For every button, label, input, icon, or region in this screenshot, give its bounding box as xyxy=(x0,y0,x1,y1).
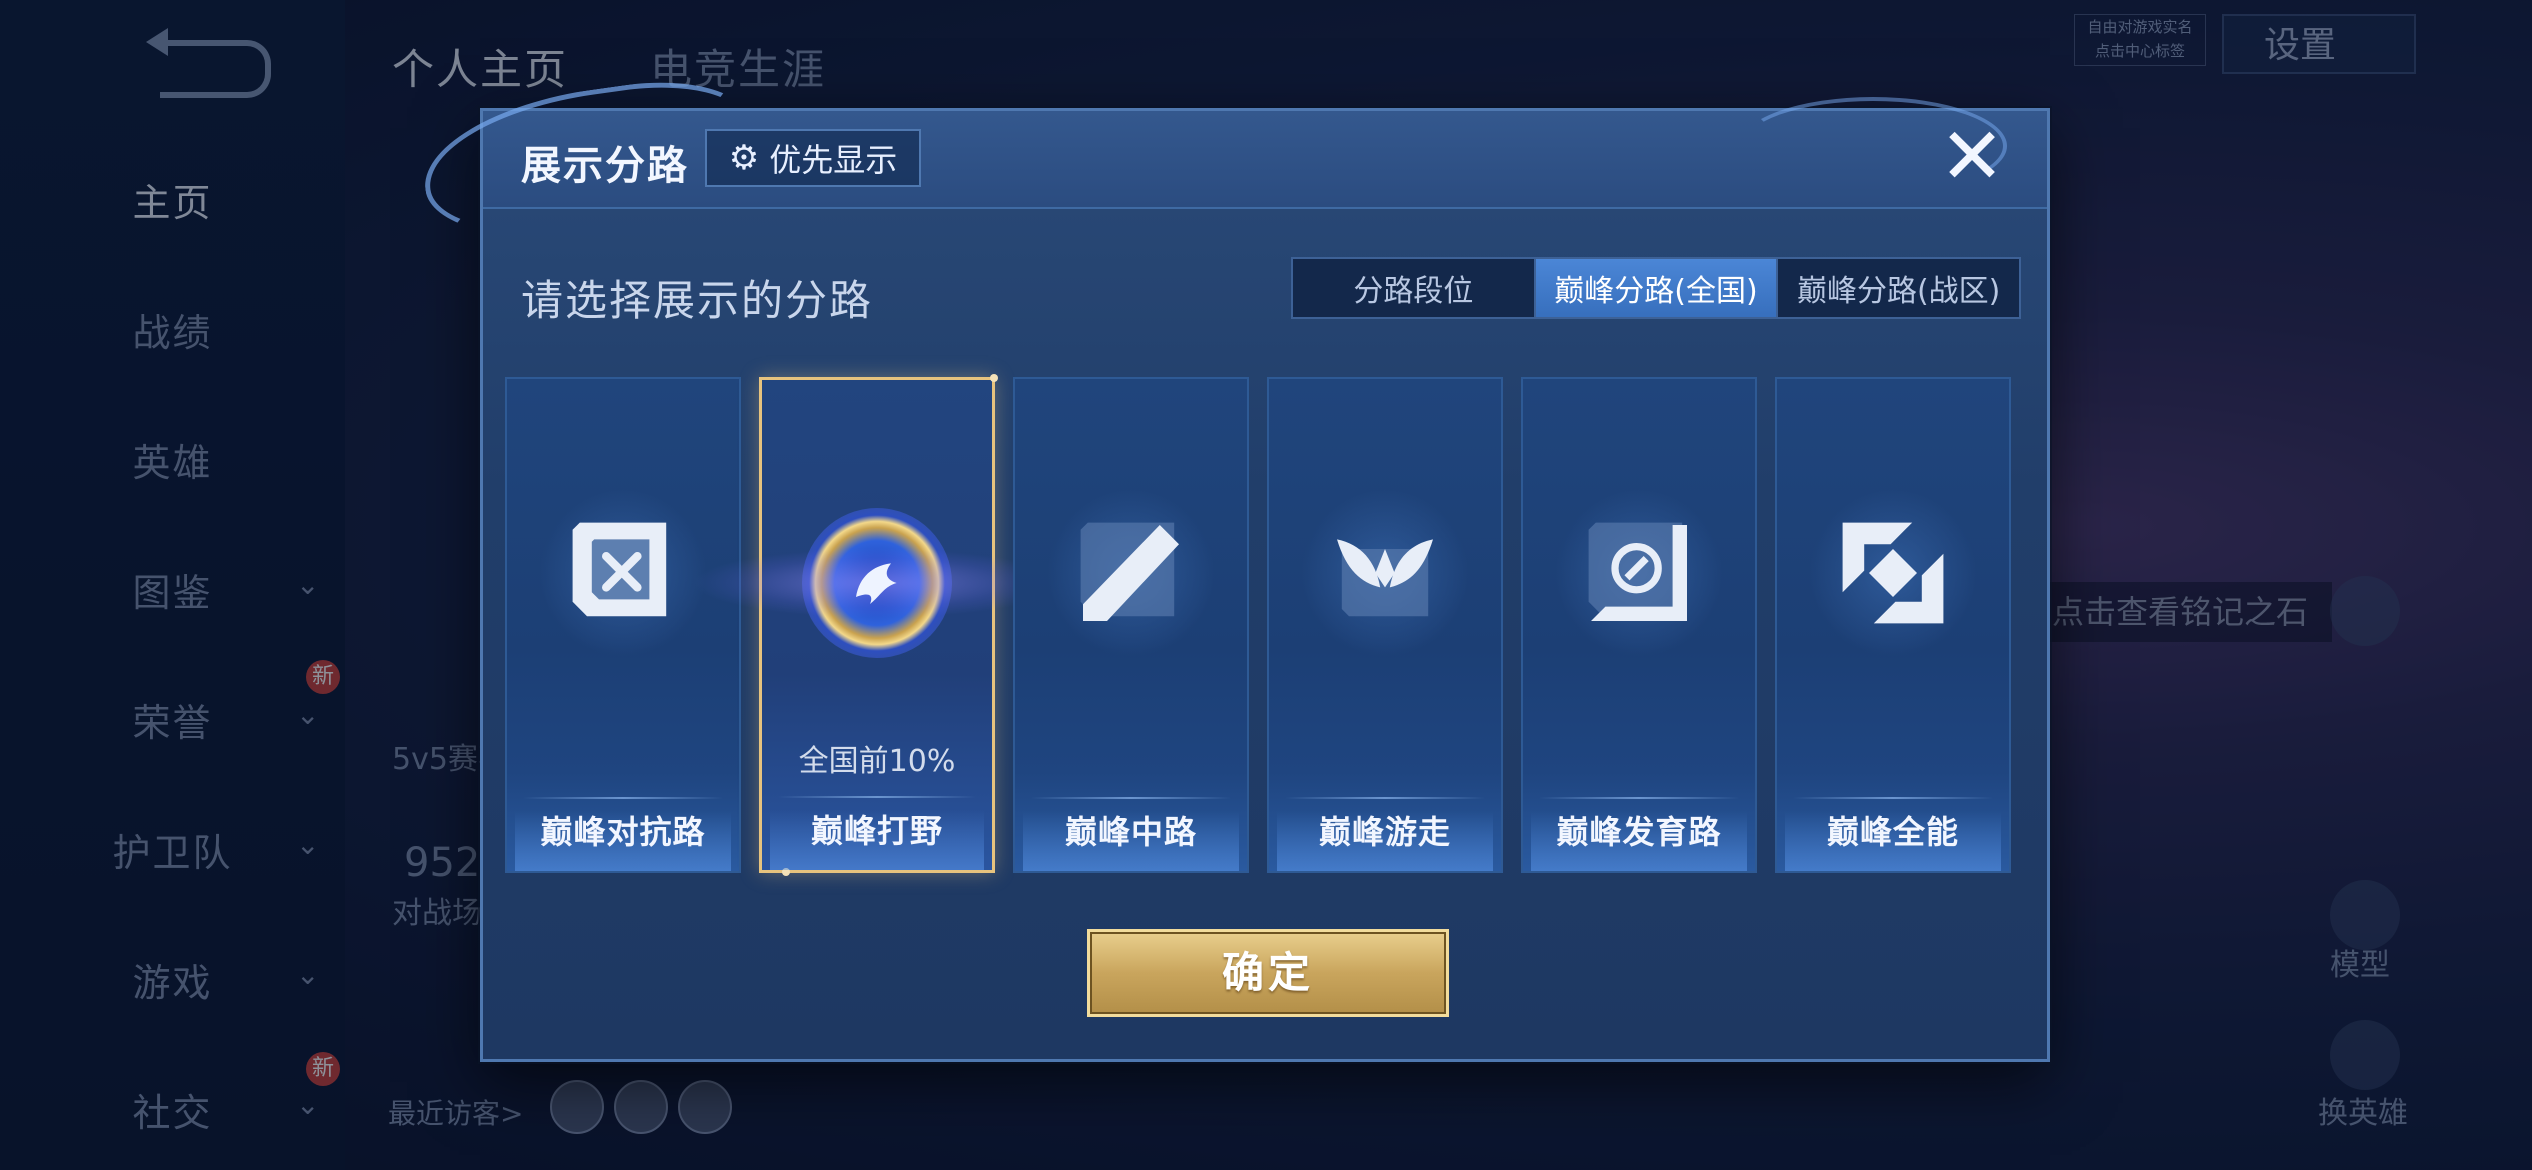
nav-item-home[interactable]: 主页 xyxy=(0,172,345,227)
tag-line: 自由对游戏实名 xyxy=(2087,18,2193,36)
back-arrow-icon[interactable] xyxy=(146,28,271,98)
inscription-hint[interactable]: 点击查看铭记之石 xyxy=(2040,582,2332,642)
chevron-down-icon: ⌄ xyxy=(296,698,320,731)
model-label: 模型 xyxy=(2330,948,2390,983)
left-navigation: 主页 战绩 英雄 图鉴 ⌄ 荣誉 ⌄ 新 护卫队 ⌄ 游戏 ⌄ 社交 ⌄ 新 xyxy=(0,0,345,1170)
lane-card-list: 巅峰对抗路 全国前10% 巅峰打野 巅峰中路 巅峰游走 巅峰发育路 巅峰全能 xyxy=(505,374,2035,876)
avatar[interactable] xyxy=(614,1080,668,1134)
crossed-swords-icon xyxy=(539,489,707,657)
chevron-down-icon: ⌄ xyxy=(296,1088,320,1121)
card-divider xyxy=(778,796,976,798)
card-divider xyxy=(523,797,723,799)
lane-card-clash[interactable]: 巅峰对抗路 xyxy=(505,377,741,873)
card-divider xyxy=(1793,797,1993,799)
avatar[interactable] xyxy=(678,1080,732,1134)
switch-hero-icon[interactable] xyxy=(2330,1020,2400,1090)
nav-item-games[interactable]: 游戏 xyxy=(0,952,345,1007)
realname-tag[interactable]: 自由对游戏实名 点击中心标签 xyxy=(2074,14,2206,66)
lane-display-dialog: 展示分路 ⚙ 优先显示 ✕ 请选择展示的分路 分路段位 巅峰分路(全国) 巅峰分… xyxy=(414,68,2050,1062)
avatar[interactable] xyxy=(550,1080,604,1134)
lane-card-label: 巅峰全能 xyxy=(1826,813,1959,851)
tag-line: 点击中心标签 xyxy=(2094,42,2185,60)
tab-profile[interactable]: 个人主页 xyxy=(392,36,568,97)
slash-blade-icon xyxy=(1047,489,1215,657)
priority-display-label: 优先显示 xyxy=(769,141,898,179)
lane-card-label: 巅峰中路 xyxy=(1064,813,1197,851)
nav-item-handbook[interactable]: 图鉴 xyxy=(0,562,345,617)
lane-card-mid[interactable]: 巅峰中路 xyxy=(1013,377,1249,873)
card-divider xyxy=(1285,797,1485,799)
confirm-button[interactable]: 确定 xyxy=(1087,929,1449,1017)
priority-display-button[interactable]: ⚙ 优先显示 xyxy=(705,129,921,187)
lane-type-switch: 分路段位 巅峰分路(全国) 巅峰分路(战区) xyxy=(1291,257,2021,319)
lane-card-label: 巅峰游走 xyxy=(1318,813,1451,851)
chevron-down-icon: ⌄ xyxy=(296,828,320,861)
tab-lane-rank[interactable]: 分路段位 xyxy=(1293,259,1536,317)
corner-dot xyxy=(990,374,998,382)
lane-card-label: 巅峰对抗路 xyxy=(540,813,706,851)
lane-card-farm[interactable]: 巅峰发育路 xyxy=(1521,377,1757,873)
target-icon xyxy=(1555,489,1723,657)
card-divider xyxy=(1031,797,1231,799)
lane-card-label: 巅峰打野 xyxy=(810,812,943,850)
nav-item-record[interactable]: 战绩 xyxy=(0,302,345,357)
lane-card-roam[interactable]: 巅峰游走 xyxy=(1267,377,1503,873)
nav-item-social[interactable]: 社交 xyxy=(0,1082,345,1137)
battle-label: 对战场 xyxy=(392,896,482,931)
lane-card-label: 巅峰发育路 xyxy=(1556,813,1722,851)
chevron-down-icon: ⌄ xyxy=(296,958,320,991)
nav-item-honor[interactable]: 荣誉 xyxy=(0,692,345,747)
chevron-down-icon: ⌄ xyxy=(296,568,320,601)
dialog-title: 展示分路 xyxy=(521,143,689,189)
national-rank-text: 全国前10% xyxy=(798,744,956,779)
select-lane-prompt: 请选择展示的分路 xyxy=(521,276,874,325)
dragon-rank-badge-icon xyxy=(692,508,1062,658)
tab-peak-lane-region[interactable]: 巅峰分路(战区) xyxy=(1778,259,2019,317)
lane-card-allround[interactable]: 巅峰全能 xyxy=(1775,377,2011,873)
nav-item-guard-team[interactable]: 护卫队 xyxy=(0,822,345,877)
recent-visitors-link[interactable]: 最近访客> xyxy=(388,1092,523,1132)
inscription-icon[interactable] xyxy=(2330,576,2400,646)
gear-icon: ⚙ xyxy=(728,138,760,178)
tab-peak-lane-national[interactable]: 巅峰分路(全国) xyxy=(1535,259,1779,317)
new-badge: 新 xyxy=(306,1052,340,1086)
switch-hero-label: 换英雄 xyxy=(2318,1096,2408,1131)
diamond-icon xyxy=(1809,489,1977,657)
nav-item-heroes[interactable]: 英雄 xyxy=(0,432,345,487)
lane-card-jungle[interactable]: 全国前10% 巅峰打野 xyxy=(692,374,1062,876)
new-badge: 新 xyxy=(306,660,340,694)
wings-icon xyxy=(1301,489,1469,657)
close-icon[interactable]: ✕ xyxy=(1937,118,2007,196)
card-divider xyxy=(1539,797,1739,799)
dialog-header: 展示分路 ⚙ 优先显示 ✕ xyxy=(414,68,2047,254)
settings-button[interactable]: 设置 xyxy=(2222,14,2416,74)
score-value: 952 xyxy=(404,840,481,886)
